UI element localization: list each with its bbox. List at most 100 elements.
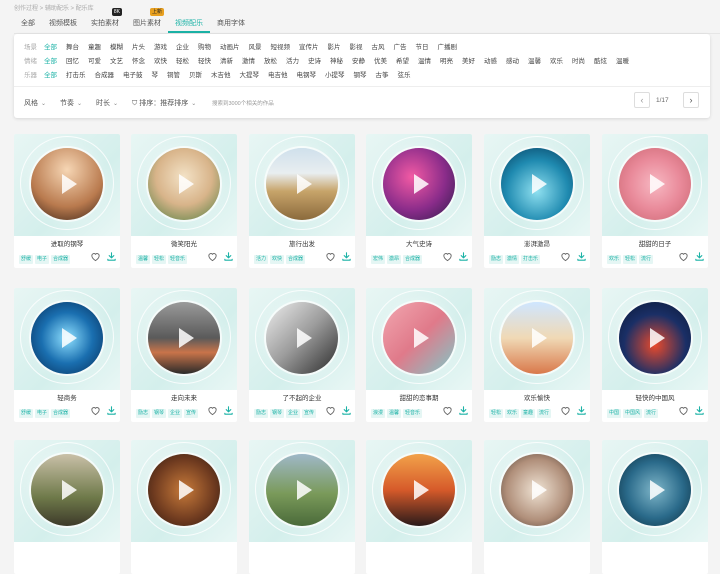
card-tag[interactable]: 宣传 <box>184 409 199 418</box>
filter-option[interactable]: 钢琴 <box>354 69 367 79</box>
card-tag[interactable]: 宏伟 <box>371 255 386 264</box>
play-icon[interactable] <box>650 174 665 194</box>
card-tag[interactable]: 欢乐 <box>505 409 520 418</box>
filter-option[interactable]: 动画片 <box>220 41 240 51</box>
filter-option[interactable]: 小提琴 <box>325 69 345 79</box>
style-dropdown[interactable]: 风格 ⌄ <box>24 98 46 108</box>
filter-option[interactable]: 打击乐 <box>66 69 86 79</box>
play-icon[interactable] <box>179 480 194 500</box>
play-icon[interactable] <box>650 480 665 500</box>
play-icon[interactable] <box>62 174 77 194</box>
tab-2[interactable]: 实拍素材 8K <box>84 8 126 33</box>
favorite-heart-icon[interactable] <box>560 405 571 416</box>
play-icon[interactable] <box>414 328 429 348</box>
card-tag[interactable]: 合成器 <box>286 255 306 264</box>
filter-option[interactable]: 温情 <box>418 55 431 65</box>
card-tag[interactable]: 励志 <box>136 409 151 418</box>
filter-option[interactable]: 安静 <box>352 55 365 65</box>
card-tag[interactable]: 钢琴 <box>270 409 285 418</box>
filter-option[interactable]: 怀念 <box>132 55 145 65</box>
filter-option[interactable]: 游戏 <box>154 41 167 51</box>
filter-option[interactable]: 温馨 <box>528 55 541 65</box>
filter-option[interactable]: 明亮 <box>440 55 453 65</box>
filter-option[interactable]: 广播剧 <box>438 41 458 51</box>
favorite-heart-icon[interactable] <box>442 251 453 262</box>
filter-option[interactable]: 温暖 <box>616 55 629 65</box>
favorite-heart-icon[interactable] <box>442 405 453 416</box>
filter-option[interactable]: 弦乐 <box>398 69 411 79</box>
card-tag[interactable]: 轻音乐 <box>168 255 188 264</box>
filter-option[interactable]: 希望 <box>396 55 409 65</box>
filter-option[interactable]: 琴 <box>152 69 159 79</box>
download-icon[interactable] <box>458 405 469 416</box>
play-icon[interactable] <box>532 480 547 500</box>
card-tag[interactable]: 轻音乐 <box>403 409 423 418</box>
download-icon[interactable] <box>576 405 587 416</box>
card-tag[interactable]: 励志 <box>489 255 504 264</box>
favorite-heart-icon[interactable] <box>325 251 336 262</box>
filter-option[interactable]: 轻松 <box>176 55 189 65</box>
download-icon[interactable] <box>223 405 234 416</box>
filter-option[interactable]: 优美 <box>374 55 387 65</box>
favorite-heart-icon[interactable] <box>560 251 571 262</box>
filter-option[interactable]: 美好 <box>462 55 475 65</box>
card-tag[interactable]: 流行 <box>644 409 659 418</box>
music-card[interactable]: 走向未来 励志 钢琴 企业 宣传 <box>131 288 237 422</box>
card-tag[interactable]: 童趣 <box>521 409 536 418</box>
download-icon[interactable] <box>106 405 117 416</box>
filter-option[interactable]: 神秘 <box>330 55 343 65</box>
card-tag[interactable]: 浪漫 <box>371 409 386 418</box>
card-tag[interactable]: 合成器 <box>51 255 71 264</box>
music-card[interactable] <box>249 440 355 574</box>
download-icon[interactable] <box>106 251 117 262</box>
play-icon[interactable] <box>532 174 547 194</box>
filter-option[interactable]: 轻快 <box>198 55 211 65</box>
tab-1[interactable]: 视频模板 <box>42 18 84 33</box>
filter-option[interactable]: 童趣 <box>88 41 101 51</box>
filter-option[interactable]: 影视 <box>350 41 363 51</box>
favorite-heart-icon[interactable] <box>90 405 101 416</box>
card-tag[interactable]: 中国风 <box>623 409 643 418</box>
card-tag[interactable]: 合成器 <box>403 255 423 264</box>
play-icon[interactable] <box>297 174 312 194</box>
filter-option[interactable]: 时尚 <box>572 55 585 65</box>
tempo-dropdown[interactable]: 节奏 ⌄ <box>60 98 82 108</box>
music-card[interactable]: 欢乐愉快 轻松 欢乐 童趣 流行 <box>484 288 590 422</box>
music-card[interactable] <box>366 440 472 574</box>
filter-option[interactable]: 清新 <box>220 55 233 65</box>
favorite-heart-icon[interactable] <box>678 251 689 262</box>
filter-option[interactable]: 电子鼓 <box>123 69 143 79</box>
duration-dropdown[interactable]: 时长 ⌄ <box>96 98 118 108</box>
filter-option[interactable]: 古风 <box>372 41 385 51</box>
music-card[interactable]: 微笑阳光 温馨 轻松 轻音乐 <box>131 134 237 268</box>
filter-option[interactable]: 节日 <box>416 41 429 51</box>
card-tag[interactable]: 温馨 <box>136 255 151 264</box>
card-tag[interactable]: 激情 <box>505 255 520 264</box>
card-tag[interactable]: 电子 <box>35 255 50 264</box>
card-tag[interactable]: 企业 <box>286 409 301 418</box>
play-icon[interactable] <box>62 328 77 348</box>
play-icon[interactable] <box>179 174 194 194</box>
favorite-heart-icon[interactable] <box>325 405 336 416</box>
play-icon[interactable] <box>62 480 77 500</box>
filter-option[interactable]: 可爱 <box>88 55 101 65</box>
filter-option[interactable]: 短视频 <box>271 41 291 51</box>
card-tag[interactable]: 励志 <box>254 409 269 418</box>
filter-option[interactable]: 感动 <box>506 55 519 65</box>
card-tag[interactable]: 舒缓 <box>19 255 34 264</box>
prev-page-button[interactable]: ‹ <box>634 92 650 108</box>
filter-option[interactable]: 回忆 <box>66 55 79 65</box>
card-tag[interactable]: 流行 <box>537 409 552 418</box>
tab-5[interactable]: 商用字体 <box>210 18 252 33</box>
filter-option[interactable]: 合成器 <box>95 69 115 79</box>
play-icon[interactable] <box>414 480 429 500</box>
download-icon[interactable] <box>694 405 705 416</box>
filter-option[interactable]: 大提琴 <box>240 69 260 79</box>
card-tag[interactable]: 钢琴 <box>152 409 167 418</box>
filter-option[interactable]: 全部 <box>44 69 57 79</box>
download-icon[interactable] <box>341 251 352 262</box>
card-tag[interactable]: 企业 <box>168 409 183 418</box>
play-icon[interactable] <box>650 328 665 348</box>
filter-option[interactable]: 全部 <box>44 41 57 51</box>
card-tag[interactable]: 激昂 <box>387 255 402 264</box>
